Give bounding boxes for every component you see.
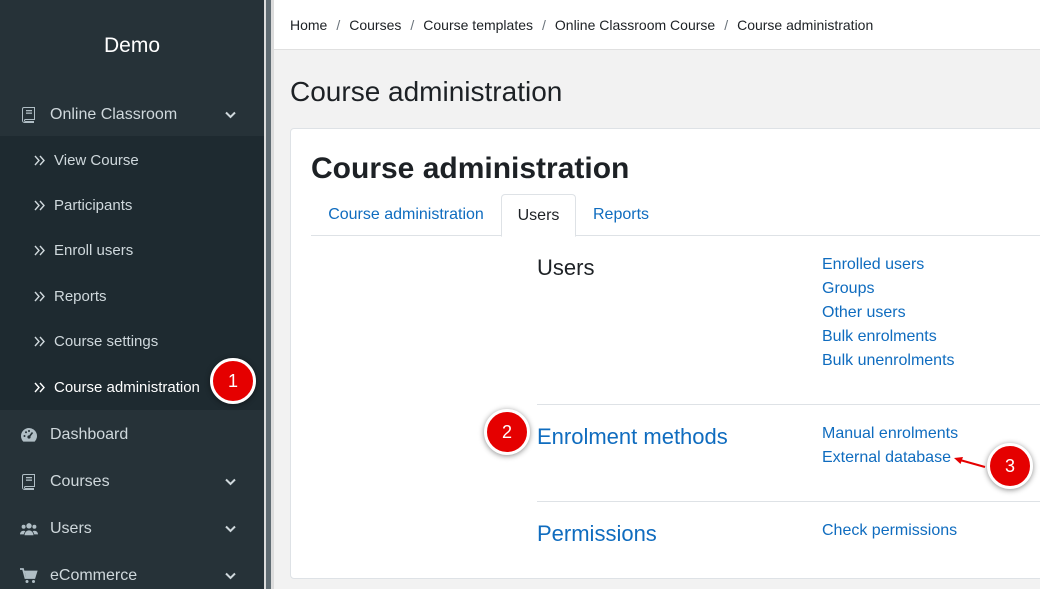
link-manual-enrolments[interactable]: Manual enrolments <box>822 422 958 446</box>
link-check-permissions[interactable]: Check permissions <box>822 519 957 543</box>
page-title: Course administration <box>290 76 563 107</box>
chevron-down-icon <box>224 570 236 582</box>
breadcrumb-item-home[interactable]: Home <box>290 17 327 33</box>
breadcrumb-separator: / <box>410 16 415 33</box>
users-links: Enrolled users Groups Other users Bulk e… <box>822 253 955 373</box>
sidebar-item-label: Online Classroom <box>50 106 178 123</box>
dashboard-icon <box>20 426 38 444</box>
sidebar-item-online-classroom[interactable]: Online Classroom <box>0 103 264 127</box>
double-chevron-right-icon <box>34 244 46 256</box>
site-brand[interactable]: Demo <box>0 0 264 92</box>
card-title: Course administration <box>311 152 630 185</box>
users-icon <box>20 520 38 538</box>
breadcrumb-item-courses[interactable]: Courses <box>349 17 401 33</box>
tab-reports[interactable]: Reports <box>576 194 666 236</box>
sidebar-item-label: Course settings <box>54 333 159 350</box>
sidebar-item-courses[interactable]: Courses <box>0 470 264 494</box>
sidebar-item-label: Enroll users <box>54 242 134 259</box>
breadcrumb-separator: / <box>724 16 729 33</box>
chevron-down-icon <box>224 523 236 535</box>
sidebar: Demo Online Classroom View Course Partic… <box>0 0 264 589</box>
breadcrumb-item-online-classroom-course[interactable]: Online Classroom Course <box>555 17 715 33</box>
sidebar-item-label: Courses <box>50 473 110 490</box>
breadcrumb-separator: / <box>336 16 341 33</box>
section-heading-permissions[interactable]: Permissions <box>537 521 657 547</box>
breadcrumb-item-course-administration: Course administration <box>737 16 874 33</box>
callout-marker-2: 2 <box>484 409 530 455</box>
chevron-down-icon <box>224 476 236 488</box>
section-divider <box>537 501 1040 502</box>
tab-bar: Course administration Users Reports <box>311 194 1040 237</box>
breadcrumb: Home / Courses / Course templates / Onli… <box>274 0 1040 50</box>
tab-course-administration[interactable]: Course administration <box>311 194 501 236</box>
sidebar-item-label: Participants <box>54 197 133 214</box>
enrolment-method-links: Manual enrolments External database <box>822 422 958 470</box>
sidebar-item-users[interactable]: Users <box>0 517 264 541</box>
sidebar-resize-handle[interactable] <box>264 0 274 589</box>
double-chevron-right-icon <box>34 335 46 347</box>
permission-links: Check permissions <box>822 519 957 543</box>
sidebar-item-label: Course administration <box>54 379 200 396</box>
sidebar-item-label: Users <box>50 520 92 537</box>
book-icon <box>20 473 38 491</box>
callout-marker-3: 3 <box>987 443 1033 489</box>
double-chevron-right-icon <box>34 154 46 166</box>
shopping-cart-icon <box>20 567 38 585</box>
link-bulk-enrolments[interactable]: Bulk enrolments <box>822 325 955 349</box>
sidebar-item-label: Dashboard <box>50 426 129 443</box>
link-groups[interactable]: Groups <box>822 277 955 301</box>
sidebar-item-dashboard[interactable]: Dashboard <box>0 423 264 447</box>
tab-users[interactable]: Users <box>501 194 576 237</box>
link-other-users[interactable]: Other users <box>822 301 955 325</box>
link-bulk-unenrolments[interactable]: Bulk unenrolments <box>822 349 955 373</box>
breadcrumb-separator: / <box>542 16 546 33</box>
section-divider <box>537 404 1040 405</box>
sidebar-item-label: View Course <box>54 152 139 169</box>
callout-marker-1: 1 <box>210 358 256 404</box>
section-heading-enrolment-methods[interactable]: Enrolment methods <box>537 424 728 450</box>
double-chevron-right-icon <box>34 199 46 211</box>
sidebar-item-ecommerce[interactable]: eCommerce <box>0 564 264 588</box>
sidebar-item-label: Reports <box>54 288 107 305</box>
book-icon <box>20 106 38 124</box>
sidebar-item-label: eCommerce <box>50 567 138 584</box>
breadcrumb-item-course-templates[interactable]: Course templates <box>423 17 533 33</box>
chevron-down-icon <box>224 109 236 121</box>
link-external-database[interactable]: External database <box>822 446 958 470</box>
arrow-pointer-icon <box>954 457 986 468</box>
double-chevron-right-icon <box>34 290 46 302</box>
link-enrolled-users[interactable]: Enrolled users <box>822 253 955 277</box>
course-admin-card: Course administration Course administrat… <box>290 128 1040 579</box>
double-chevron-right-icon <box>34 381 46 393</box>
section-heading-users: Users <box>537 255 595 280</box>
